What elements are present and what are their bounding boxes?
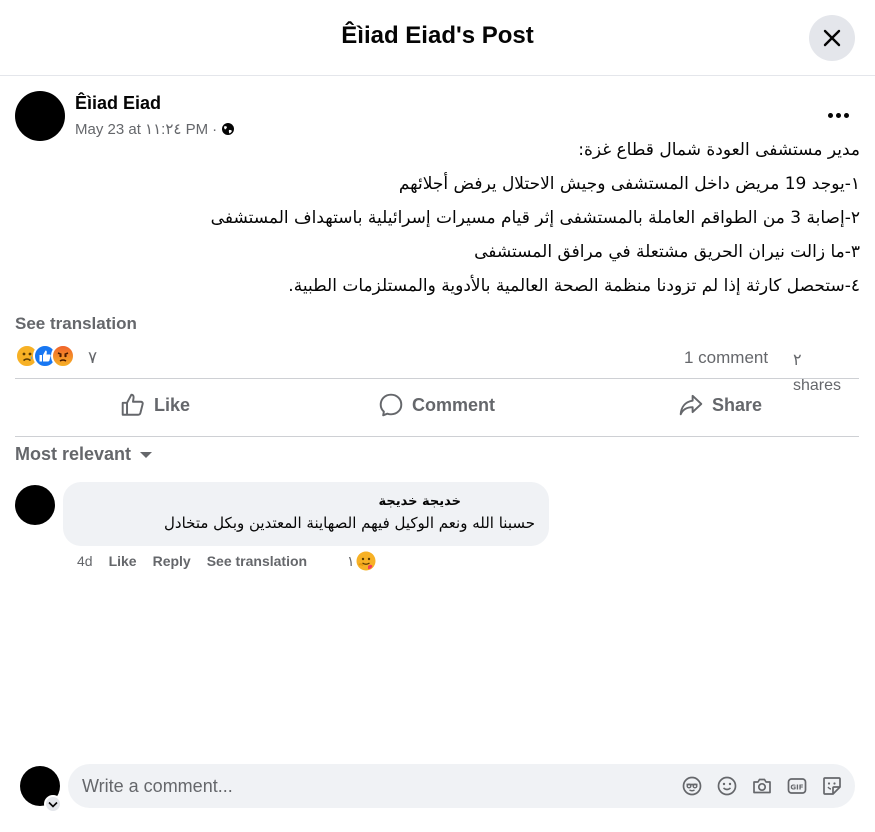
- comment-label: Comment: [412, 394, 496, 415]
- post-line: مدير مستشفى العودة شمال قطاع غزة:: [578, 140, 860, 160]
- post-line: ٤-ستحصل كارثة إذا لم تزودنا منظمة الصحة …: [288, 276, 860, 296]
- post-line: ١-يوجد 19 مريض داخل المستشفى وجيش الاحتل…: [398, 174, 860, 194]
- chevron-down-icon: [48, 801, 58, 808]
- comment-reaction-count: ١: [347, 552, 355, 569]
- care-reaction-icon: [356, 551, 376, 571]
- comment-input[interactable]: [82, 766, 642, 806]
- author-name[interactable]: Êìiad Eiad: [75, 93, 161, 114]
- dialog-header: Êìiad Eiad's Post: [0, 0, 875, 76]
- share-label: Share: [712, 394, 763, 415]
- comment-bubble-icon: [379, 393, 403, 417]
- comment-actions: 4d Like Reply See translation: [77, 553, 307, 569]
- caret-down-icon: [140, 451, 153, 458]
- comment-like-link[interactable]: Like: [109, 553, 137, 569]
- commenter-avatar[interactable]: [15, 485, 55, 525]
- comment-author[interactable]: خديجة خديجة: [378, 494, 461, 509]
- sticker-icon[interactable]: [821, 775, 843, 797]
- svg-text:GIF: GIF: [790, 783, 803, 791]
- comment-sort-dropdown[interactable]: Most relevant: [15, 444, 153, 465]
- reaction-icons[interactable]: [15, 344, 75, 368]
- profile-switch-button[interactable]: [44, 795, 62, 813]
- angry-reaction-icon: [51, 344, 75, 368]
- close-button[interactable]: [809, 15, 855, 61]
- share-button[interactable]: Share: [678, 383, 762, 427]
- comment-text: حسبنا الله ونعم الوكيل فيهم الصهاينة الم…: [164, 514, 535, 532]
- reaction-count[interactable]: ٧: [88, 348, 97, 368]
- avatar-sticker-icon[interactable]: [681, 775, 703, 797]
- comment-age[interactable]: 4d: [77, 553, 93, 569]
- camera-icon[interactable]: [751, 775, 773, 797]
- emoji-icon[interactable]: [716, 775, 738, 797]
- close-icon: [823, 29, 841, 47]
- post-body: مدير مستشفى العودة شمال قطاع غزة: ١-يوجد…: [150, 136, 860, 306]
- more-options-icon: [827, 112, 833, 118]
- sort-label: Most relevant: [15, 444, 132, 464]
- comment-count[interactable]: 1 comment: [684, 348, 768, 368]
- post-line: ٣-ما زالت نيران الحريق مشتعلة في مرافق ا…: [474, 242, 860, 262]
- share-arrow-icon: [679, 394, 703, 416]
- divider: [15, 436, 859, 437]
- post-line: ٢-إصابة 3 من الطواقم العاملة بالمستشفى إ…: [210, 208, 860, 228]
- comment-reply-link[interactable]: Reply: [153, 553, 191, 569]
- like-label: Like: [154, 394, 191, 415]
- thumbs-up-icon: [121, 393, 144, 416]
- author-avatar[interactable]: [15, 91, 65, 141]
- comment-button[interactable]: Comment: [378, 383, 495, 427]
- see-translation-link[interactable]: See translation: [15, 314, 137, 334]
- dialog-title: Êìiad Eiad's Post: [341, 22, 534, 49]
- globe-icon[interactable]: [221, 122, 235, 136]
- comment-reaction[interactable]: ١: [347, 550, 377, 572]
- comment-see-translation-link[interactable]: See translation: [207, 553, 307, 569]
- like-button[interactable]: Like: [120, 383, 190, 427]
- more-options-button[interactable]: [820, 100, 856, 130]
- share-count[interactable]: ٢ shares: [793, 348, 853, 398]
- gif-icon[interactable]: GIF: [786, 775, 808, 797]
- divider: [15, 378, 859, 379]
- meta-separator: ·: [212, 120, 218, 138]
